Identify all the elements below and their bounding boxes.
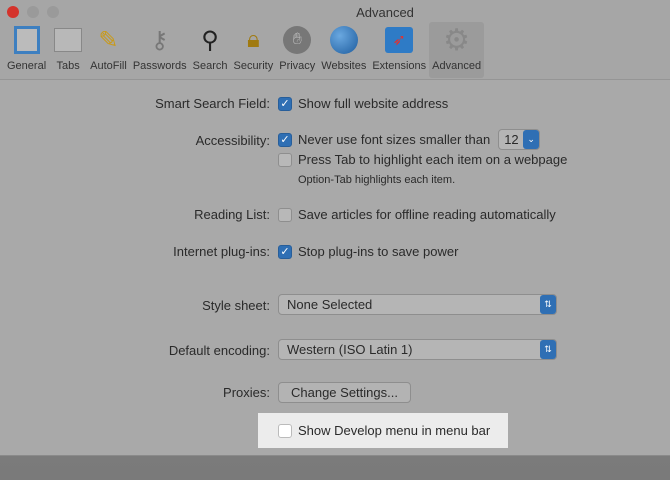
- checkmark-icon: ✓: [278, 244, 292, 259]
- chevron-updown-icon: ⇅: [540, 340, 556, 359]
- gear-icon: ⚙: [443, 23, 471, 57]
- magnifier-icon: ⚲: [201, 26, 219, 54]
- tab-label: Websites: [321, 60, 367, 72]
- tab-label: Extensions: [372, 60, 427, 72]
- tab-advanced[interactable]: ⚙ Advanced: [429, 22, 485, 78]
- checkmark-icon: ✓: [278, 132, 292, 147]
- select-value: Western (ISO Latin 1): [287, 342, 413, 357]
- key-icon: ⚷: [150, 26, 169, 54]
- encoding-label: Default encoding:: [168, 343, 270, 358]
- change-settings-button[interactable]: Change Settings...: [278, 382, 411, 403]
- checkbox-box: [278, 423, 292, 438]
- plugins-label: Internet plug-ins:: [173, 244, 270, 259]
- switch-icon: [11, 24, 43, 56]
- stylesheet-label: Style sheet:: [202, 298, 270, 313]
- tab-general[interactable]: General: [4, 22, 49, 78]
- reading-list-label: Reading List:: [194, 207, 270, 222]
- save-articles-checkbox[interactable]: Save articles for offline reading automa…: [278, 207, 556, 222]
- puzzle-icon: ➶: [383, 24, 415, 56]
- tab-label: Privacy: [279, 60, 316, 72]
- checkmark-icon: ✓: [278, 96, 292, 111]
- checkbox-box: [278, 207, 292, 222]
- window-title: Advanced: [356, 5, 414, 20]
- tab-tabs[interactable]: Tabs: [49, 22, 87, 78]
- checkbox-label: Show Develop menu in menu bar: [298, 423, 491, 438]
- proxies-label: Proxies:: [223, 385, 270, 400]
- tab-label: Search: [192, 60, 228, 72]
- select-value: 12: [504, 132, 519, 147]
- tab-autofill[interactable]: ✎ AutoFill: [87, 22, 130, 78]
- checkbox-label: Stop plug-ins to save power: [298, 244, 459, 259]
- pencil-icon: ✎: [98, 26, 119, 54]
- tab-search[interactable]: ⚲ Search: [190, 22, 231, 78]
- tab-label: AutoFill: [90, 60, 127, 72]
- show-develop-checkbox[interactable]: Show Develop menu in menu bar: [258, 413, 508, 448]
- encoding-select[interactable]: Western (ISO Latin 1) ⇅: [278, 339, 557, 360]
- checkbox-label: Show full website address: [298, 96, 449, 111]
- tab-label: General: [7, 60, 47, 72]
- option-tab-note: Option-Tab highlights each item.: [298, 174, 456, 186]
- globe-icon: [328, 24, 360, 56]
- lock-icon: 🔒︎: [246, 26, 260, 53]
- chevron-down-icon: ⌄: [523, 130, 540, 149]
- tab-label: Advanced: [432, 60, 482, 72]
- tab-label: Tabs: [56, 60, 80, 72]
- smart-search-label: Smart Search Field:: [155, 96, 270, 111]
- chevron-updown-icon: ⇅: [540, 295, 556, 314]
- press-tab-checkbox[interactable]: Press Tab to highlight each item on a we…: [278, 152, 567, 167]
- min-font-checkbox[interactable]: ✓ Never use font sizes smaller than: [278, 132, 490, 147]
- tab-security[interactable]: 🔒︎ Security: [230, 22, 276, 78]
- tab-label: Passwords: [132, 60, 187, 72]
- titlebar: Advanced General Tabs ✎ AutoFill ⚷ Passwor…: [0, 0, 670, 80]
- tab-label: Security: [233, 60, 274, 72]
- hand-icon: ✋︎: [281, 24, 313, 56]
- stylesheet-select[interactable]: None Selected ⇅: [278, 294, 557, 315]
- tabs-icon: [52, 24, 84, 56]
- tab-websites[interactable]: Websites: [318, 22, 369, 78]
- stop-plugins-checkbox[interactable]: ✓ Stop plug-ins to save power: [278, 244, 458, 259]
- font-size-select[interactable]: 12 ⌄: [498, 129, 541, 150]
- preferences-window: Advanced General Tabs ✎ AutoFill ⚷ Passwor…: [0, 0, 670, 456]
- tab-privacy[interactable]: ✋︎ Privacy: [276, 22, 318, 78]
- checkbox-label: Never use font sizes smaller than: [298, 132, 491, 147]
- checkbox-label: Save articles for offline reading automa…: [298, 207, 556, 222]
- tab-extensions[interactable]: ➶ Extensions: [369, 22, 429, 78]
- accessibility-label: Accessibility:: [195, 133, 270, 148]
- show-full-address-checkbox[interactable]: ✓ Show full website address: [278, 96, 448, 111]
- checkbox-box: [278, 152, 292, 167]
- select-value: None Selected: [287, 297, 373, 312]
- checkbox-label: Press Tab to highlight each item on a we…: [298, 152, 568, 167]
- tab-passwords[interactable]: ⚷ Passwords: [130, 22, 190, 78]
